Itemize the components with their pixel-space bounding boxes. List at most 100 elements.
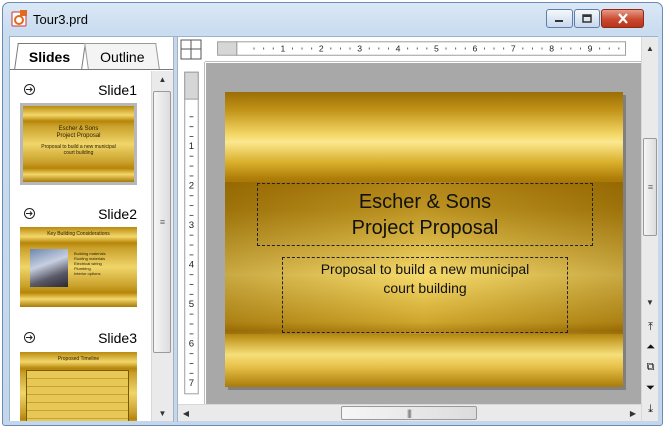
ruler-number: 2 bbox=[319, 43, 324, 53]
ruler-number: 8 bbox=[549, 43, 554, 53]
fit-icon: ⧉ bbox=[646, 361, 655, 373]
current-slide[interactable]: Escher & Sons Project Proposal Proposal … bbox=[225, 92, 623, 387]
slide-subtitle-line-2: court building bbox=[383, 280, 467, 296]
maximize-icon bbox=[581, 13, 592, 23]
tab-slides[interactable]: Slides bbox=[14, 43, 86, 69]
slide-thumb-label-1: Slide1 bbox=[98, 82, 137, 98]
ruler-number: 6 bbox=[472, 43, 477, 53]
ruler-corner[interactable] bbox=[178, 37, 205, 62]
thumbnails-scroll-down[interactable]: ▼ bbox=[152, 405, 173, 421]
tabs-divider bbox=[10, 69, 173, 70]
editor-scroll-down[interactable]: ▼ bbox=[642, 295, 658, 309]
horizontal-ruler: 1 2 3 4 5 6 7 8 9 bbox=[205, 37, 641, 62]
first-slide-icon: ⤒ bbox=[648, 321, 653, 333]
ruler-number: 5 bbox=[434, 43, 439, 53]
ruler-number: 9 bbox=[588, 43, 593, 53]
ruler-corner-icon bbox=[180, 39, 202, 60]
minimize-icon bbox=[555, 19, 563, 22]
minimize-button[interactable] bbox=[546, 9, 573, 28]
grip-icon: ||| bbox=[406, 408, 412, 418]
scroll-up-icon: ▲ bbox=[158, 74, 167, 84]
slide-transition-icon bbox=[24, 208, 35, 219]
thumb1-title-1: Escher & Sons bbox=[58, 126, 99, 132]
presentation-window: Tour3.prd Slides Outline Slide1 Escher &… bbox=[2, 2, 663, 426]
editor-horizontal-scrollbar[interactable]: ◀ ||| ▶ bbox=[178, 404, 641, 421]
slide-thumbnail-1-preview: Escher & Sons Project Proposal Proposal … bbox=[23, 106, 134, 182]
scroll-down-icon: ▼ bbox=[646, 297, 654, 307]
slide-transition-icon bbox=[24, 332, 35, 343]
next-slide-button[interactable]: ⏷ bbox=[643, 380, 658, 397]
tab-outline[interactable]: Outline bbox=[84, 43, 160, 69]
ruler-number: 5 bbox=[189, 299, 194, 310]
slide-subtitle-line-1: Proposal to build a new municipal bbox=[320, 261, 530, 277]
maximize-button[interactable] bbox=[574, 9, 600, 28]
thumbnails-scroll-up[interactable]: ▲ bbox=[152, 71, 173, 87]
thumb2-bullet-5: Interior options bbox=[74, 271, 101, 276]
thumbnails-scrollbar[interactable]: ▲ ≡ ▼ bbox=[151, 71, 173, 421]
ruler-number: 3 bbox=[189, 220, 194, 231]
first-slide-button[interactable]: ⤒ bbox=[643, 319, 658, 336]
slide-transition-icon bbox=[24, 84, 35, 95]
slide-thumbnail-3-preview: Proposed Timeline bbox=[20, 352, 137, 421]
slide-thumbnails-list: Slide1 Escher & Sons Project Proposal Pr… bbox=[10, 71, 151, 421]
close-button[interactable] bbox=[601, 9, 644, 28]
ruler-number: 4 bbox=[189, 260, 195, 271]
thumb1-title-2: Project Proposal bbox=[56, 133, 101, 139]
app-icon bbox=[11, 10, 27, 27]
window-title: Tour3.prd bbox=[33, 12, 88, 27]
slide-thumb-header-3: Slide3 bbox=[10, 330, 151, 348]
slide-thumbnail-1[interactable]: Escher & Sons Project Proposal Proposal … bbox=[20, 103, 137, 185]
ruler-number: 7 bbox=[511, 43, 516, 53]
scroll-left-button[interactable]: ◀ bbox=[178, 405, 194, 421]
scroll-right-button[interactable]: ▶ bbox=[625, 405, 641, 421]
slide-thumb-label-3: Slide3 bbox=[98, 330, 137, 346]
grip-icon: ≡ bbox=[159, 217, 165, 227]
vertical-ruler: 1 2 3 4 5 6 7 bbox=[178, 62, 205, 404]
previous-slide-button[interactable]: ⏶ bbox=[643, 339, 658, 356]
slide-thumb-header-1: Slide1 bbox=[10, 82, 151, 100]
next-slide-icon: ⏷ bbox=[646, 382, 655, 394]
application-client: Slides Outline Slide1 Escher & Sons Proj… bbox=[9, 36, 658, 422]
scroll-down-icon: ▼ bbox=[158, 408, 167, 418]
thumb3-title: Proposed Timeline bbox=[57, 356, 100, 362]
scroll-up-icon: ▲ bbox=[646, 43, 654, 53]
editor-scroll-thumb[interactable]: ≡ bbox=[643, 138, 657, 236]
previous-slide-icon: ⏶ bbox=[646, 341, 655, 353]
slide-thumbnail-2-preview: Key Building Considerations Building mat… bbox=[20, 227, 137, 307]
thumb1-sub-2: court building bbox=[63, 150, 94, 156]
slide-thumb-label-2: Slide2 bbox=[98, 206, 137, 222]
last-slide-icon: ⤓ bbox=[648, 403, 653, 415]
title-bar[interactable]: Tour3.prd bbox=[3, 3, 662, 35]
ruler-number: 6 bbox=[189, 339, 194, 350]
ruler-number: 1 bbox=[280, 43, 285, 53]
scroll-left-icon: ◀ bbox=[182, 408, 190, 418]
thumb3-table bbox=[26, 370, 129, 421]
grip-icon: ≡ bbox=[647, 182, 653, 192]
ruler-number: 3 bbox=[357, 43, 362, 53]
pane-tabs: Slides Outline bbox=[10, 37, 173, 71]
subtitle-placeholder[interactable]: Proposal to build a new municipal court … bbox=[282, 257, 568, 333]
last-slide-button[interactable]: ⤓ bbox=[643, 401, 658, 418]
ruler-number: 1 bbox=[189, 141, 194, 152]
tab-outline-label: Outline bbox=[99, 48, 145, 65]
editor-vertical-scrollbar[interactable]: ▲ ≡ ▼ ⤒ ⏶ ⧉ ⏷ ⤓ bbox=[641, 37, 658, 421]
thumb2-image bbox=[30, 249, 68, 287]
slide-thumb-header-2: Slide2 bbox=[10, 206, 151, 224]
ruler-number: 2 bbox=[189, 181, 194, 192]
ruler-number: 7 bbox=[189, 378, 194, 389]
slide-title-line-1: Escher & Sons bbox=[358, 191, 492, 213]
slide-title-line-2: Project Proposal bbox=[351, 217, 499, 239]
ruler-number: 4 bbox=[396, 43, 401, 53]
editor-scroll-up[interactable]: ▲ bbox=[642, 41, 658, 55]
scroll-right-icon: ▶ bbox=[629, 408, 637, 418]
close-icon bbox=[617, 13, 628, 24]
fit-slide-button[interactable]: ⧉ bbox=[643, 359, 658, 376]
title-placeholder[interactable]: Escher & Sons Project Proposal bbox=[257, 183, 593, 246]
slide-thumbnail-3[interactable]: Proposed Timeline bbox=[20, 352, 137, 421]
thumb2-title: Key Building Considerations bbox=[47, 231, 110, 237]
slide-editor-area[interactable]: Escher & Sons Project Proposal Proposal … bbox=[206, 63, 641, 404]
slide-thumbnail-2[interactable]: Key Building Considerations Building mat… bbox=[20, 227, 137, 307]
thumbnails-scroll-thumb[interactable]: ≡ bbox=[153, 91, 171, 353]
horizontal-scroll-thumb[interactable]: ||| bbox=[341, 406, 477, 420]
tab-slides-label: Slides bbox=[29, 48, 71, 65]
